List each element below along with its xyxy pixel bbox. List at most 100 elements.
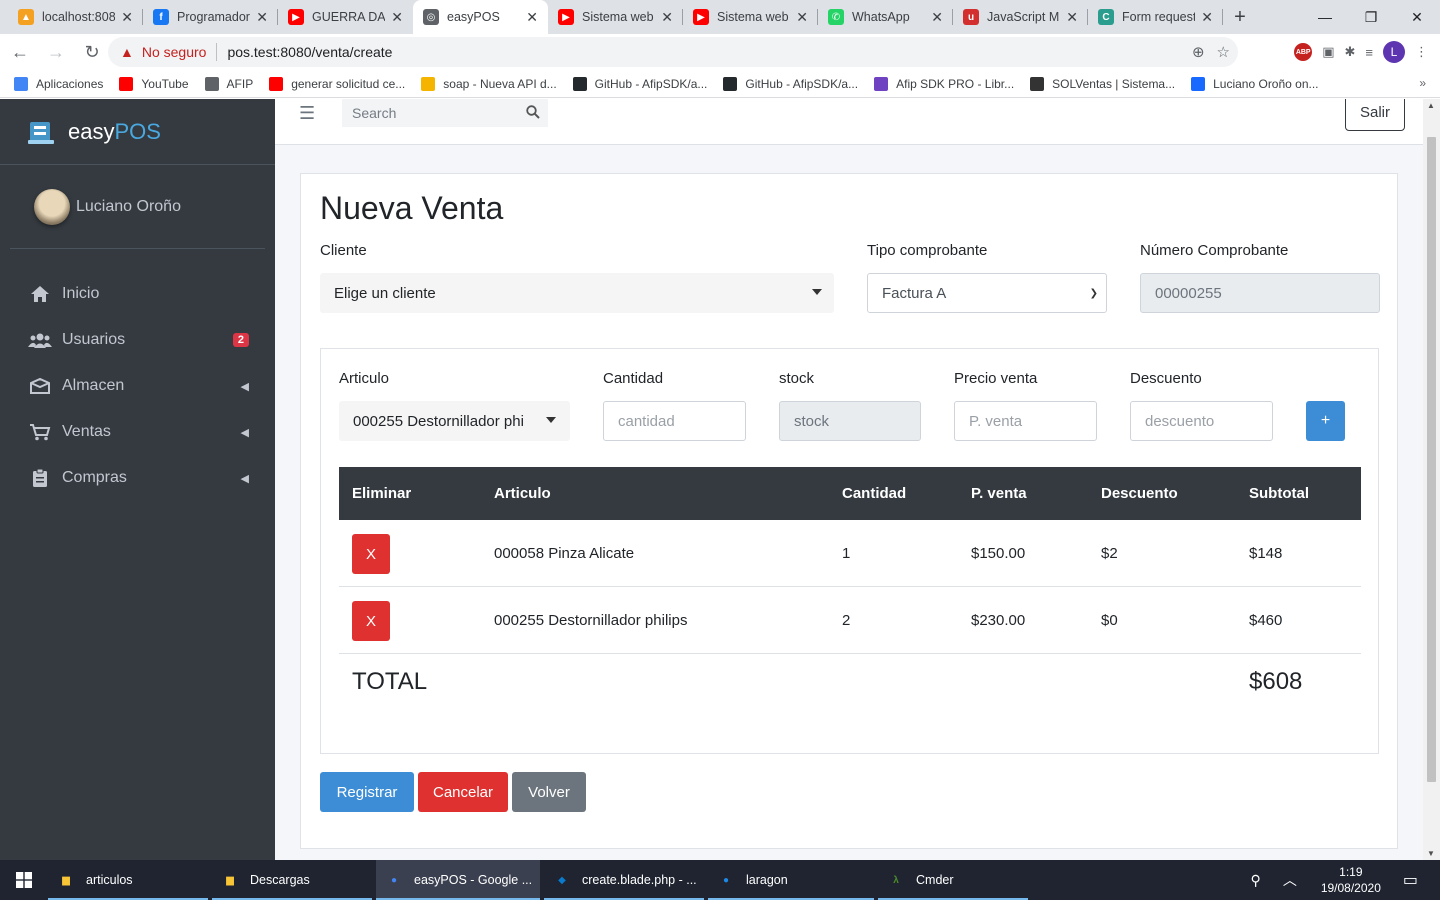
- delete-row-button[interactable]: X: [352, 601, 390, 641]
- sidebar-item-ventas[interactable]: Ventas ◀: [0, 409, 275, 455]
- sidebar-item-compras[interactable]: Compras ◀: [0, 455, 275, 501]
- close-tab-icon[interactable]: ✕: [256, 9, 268, 26]
- hamburger-menu-icon[interactable]: ☰: [299, 103, 315, 124]
- page-scrollbar[interactable]: ▲ ▼: [1423, 99, 1440, 860]
- numero-comprobante-field[interactable]: 00000255: [1140, 273, 1380, 313]
- people-icon[interactable]: ⚲: [1251, 872, 1261, 889]
- close-tab-icon[interactable]: ✕: [1066, 9, 1078, 26]
- minimize-icon[interactable]: —: [1302, 0, 1348, 34]
- volver-button[interactable]: Volver: [512, 772, 586, 812]
- address-bar[interactable]: ▲ No seguro pos.test:8080/venta/create ⊕…: [108, 37, 1238, 67]
- bookmark-item[interactable]: soap - Nueva API d...: [421, 76, 557, 91]
- taskbar-app[interactable]: ◆ create.blade.php - ...: [544, 860, 704, 900]
- sidebar-item-inicio[interactable]: Inicio: [0, 271, 275, 317]
- search-input[interactable]: Search: [342, 99, 548, 127]
- registrar-button[interactable]: Registrar: [320, 772, 414, 812]
- browser-tab[interactable]: ▶ GUERRA DA C ✕: [278, 0, 413, 34]
- add-article-button[interactable]: +: [1306, 401, 1345, 441]
- stock-field[interactable]: stock: [779, 401, 921, 441]
- close-tab-icon[interactable]: ✕: [391, 9, 403, 26]
- notifications-icon[interactable]: ▭: [1403, 870, 1418, 890]
- close-tab-icon[interactable]: ✕: [526, 9, 538, 26]
- table-body: X 000058 Pinza Alicate 1 $150.00 $2 $148 X 0002…: [339, 520, 1361, 654]
- browser-tab[interactable]: ◎ easyPOS ✕: [413, 0, 548, 34]
- bookmark-item[interactable]: AFIP: [204, 76, 253, 91]
- sidebar-item-usuarios[interactable]: Usuarios 2: [0, 317, 275, 363]
- browser-tab[interactable]: C Form request ✕: [1088, 0, 1223, 34]
- bookmark-item[interactable]: YouTube: [119, 76, 189, 91]
- new-tab-button[interactable]: +: [1223, 0, 1257, 34]
- bookmark-item[interactable]: GitHub - AfipSDK/a...: [572, 76, 707, 91]
- bookmark-item[interactable]: Luciano Oroño on...: [1191, 76, 1319, 91]
- avatar: [34, 188, 70, 225]
- browser-tab[interactable]: u JavaScript M ✕: [953, 0, 1088, 34]
- menu-kebab-icon[interactable]: ⋮: [1415, 44, 1428, 60]
- main-content: ☰ Search Salir Nueva Venta Cliente Elige…: [275, 99, 1423, 860]
- bookmark-item[interactable]: generar solicitud ce...: [269, 76, 405, 91]
- top-navbar: ☰ Search Salir: [275, 99, 1423, 145]
- zoom-icon[interactable]: ⊕: [1192, 43, 1205, 61]
- table-header: Eliminar Articulo Cantidad P. venta Descuent…: [339, 467, 1361, 520]
- cell-subtotal: $148: [1249, 545, 1283, 562]
- tab-favicon-icon: ✆: [828, 9, 844, 25]
- adblock-icon[interactable]: ABP: [1294, 43, 1313, 61]
- bookmark-item[interactable]: GitHub - AfipSDK/a...: [723, 76, 858, 91]
- precio-venta-input[interactable]: P. venta: [954, 401, 1097, 441]
- cell-cantidad: 1: [842, 545, 851, 562]
- browser-tab[interactable]: f Programador ✕: [143, 0, 278, 34]
- scroll-down-icon[interactable]: ▼: [1427, 849, 1435, 858]
- taskbar-app[interactable]: ● easyPOS - Google ...: [376, 860, 540, 900]
- news-extension-icon[interactable]: ▣: [1322, 44, 1334, 60]
- brand[interactable]: easyPOS: [0, 99, 275, 165]
- total-label: TOTAL: [352, 668, 428, 695]
- bookmark-item[interactable]: Afip SDK PRO - Libr...: [874, 76, 1014, 91]
- cancelar-button[interactable]: Cancelar: [418, 772, 508, 812]
- chevron-up-icon[interactable]: ︿: [1283, 870, 1297, 890]
- maximize-icon[interactable]: ❐: [1348, 0, 1394, 34]
- close-tab-icon[interactable]: ✕: [121, 9, 133, 26]
- delete-row-button[interactable]: X: [352, 534, 390, 574]
- taskbar-app[interactable]: ● laragon: [708, 860, 874, 900]
- close-window-icon[interactable]: ✕: [1394, 0, 1440, 34]
- cliente-select[interactable]: Elige un cliente: [320, 273, 834, 313]
- bookmark-item[interactable]: SOLVentas | Sistema...: [1030, 76, 1175, 91]
- taskbar-app[interactable]: λ Cmder: [878, 860, 1028, 900]
- close-tab-icon[interactable]: ✕: [796, 9, 808, 26]
- reload-icon[interactable]: ↻: [76, 36, 108, 68]
- scroll-up-icon[interactable]: ▲: [1427, 101, 1435, 110]
- media-icon[interactable]: ≡: [1365, 45, 1373, 60]
- browser-tab[interactable]: ▶ Sistema web ✕: [683, 0, 818, 34]
- descuento-label: Descuento: [1130, 370, 1202, 387]
- bookmark-star-icon[interactable]: ☆: [1217, 43, 1230, 61]
- column-header: P. venta: [971, 485, 1027, 502]
- bookmark-apps[interactable]: Aplicaciones: [14, 76, 103, 91]
- user-panel[interactable]: Luciano Oroño: [10, 165, 265, 249]
- scrollbar-thumb[interactable]: [1427, 137, 1436, 782]
- sidebar-item-label: Ventas: [62, 423, 111, 440]
- cantidad-input[interactable]: cantidad: [603, 401, 746, 441]
- profile-avatar[interactable]: L: [1383, 41, 1405, 63]
- windows-start-icon[interactable]: [0, 860, 48, 900]
- browser-tab[interactable]: ▶ Sistema web ✕: [548, 0, 683, 34]
- taskbar-app[interactable]: ▆ articulos: [48, 860, 208, 900]
- tipo-comprobante-select[interactable]: Factura A ❯: [867, 273, 1107, 313]
- extensions-puzzle-icon[interactable]: ✱: [1345, 44, 1356, 60]
- descuento-input[interactable]: descuento: [1130, 401, 1273, 441]
- table-row: X 000255 Destornillador philips 2 $230.00 $0…: [339, 587, 1361, 654]
- tab-favicon-icon: u: [963, 9, 979, 25]
- logout-button[interactable]: Salir: [1345, 99, 1405, 131]
- sidebar-item-almacen[interactable]: Almacen ◀: [0, 363, 275, 409]
- back-icon[interactable]: ←: [4, 36, 36, 68]
- close-tab-icon[interactable]: ✕: [1201, 9, 1213, 26]
- articulo-select[interactable]: 000255 Destornillador phi: [339, 401, 570, 441]
- web-page: easyPOS Luciano Oroño Inicio Usuarios 2 Alm…: [0, 99, 1440, 860]
- bookmarks-overflow-icon[interactable]: »: [1419, 76, 1426, 90]
- browser-tab[interactable]: ✆ WhatsApp ✕: [818, 0, 953, 34]
- close-tab-icon[interactable]: ✕: [661, 9, 673, 26]
- close-tab-icon[interactable]: ✕: [931, 9, 943, 26]
- taskbar-app[interactable]: ▆ Descargas: [212, 860, 372, 900]
- clock[interactable]: 1:19 19/08/2020: [1321, 864, 1381, 896]
- search-icon[interactable]: [526, 105, 540, 122]
- browser-tab[interactable]: ▲ localhost:808 ✕: [8, 0, 143, 34]
- forward-icon[interactable]: →: [40, 36, 72, 68]
